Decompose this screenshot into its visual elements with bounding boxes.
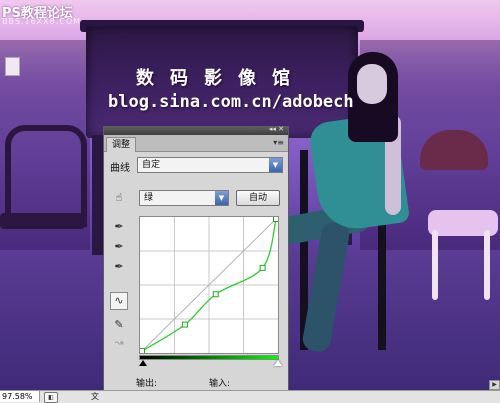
right-chair xyxy=(418,130,500,300)
curves-label: 曲线 xyxy=(110,163,130,174)
black-point-slider[interactable] xyxy=(139,360,147,366)
output-label: 输出: xyxy=(136,379,158,389)
curve-graph-svg xyxy=(140,217,278,353)
left-chair xyxy=(0,125,87,275)
status-bar: 97.58% ◧ 文 xyxy=(0,390,500,403)
channel-value: 绿 xyxy=(144,193,154,203)
chevron-down-icon: ▼ xyxy=(269,158,282,172)
curve-control-point[interactable] xyxy=(212,291,219,298)
forum-watermark-subtitle: BBS.16XX8.COM xyxy=(2,17,82,26)
blog-url-watermark: blog.sina.com.cn/adobech xyxy=(108,92,354,112)
preset-dropdown[interactable]: 自定 ▼ xyxy=(137,157,283,173)
input-gradient-bar xyxy=(139,355,279,360)
double-arrow-icon[interactable]: ◂◂ ✕ xyxy=(269,125,284,133)
white-point-eyedropper-icon[interactable]: ✒ xyxy=(111,259,127,275)
scroll-right-button[interactable]: ▶ xyxy=(489,380,500,390)
panel-menu-icon[interactable]: ▾≡ xyxy=(273,138,284,147)
logo-watermark: 数码影像馆 xyxy=(136,68,306,89)
panel-tabbar: 调整 ▾≡ xyxy=(104,135,288,152)
light-switch xyxy=(5,57,20,76)
pencil-icon[interactable]: ✎ xyxy=(111,317,127,333)
black-point-eyedropper-icon[interactable]: ✒ xyxy=(111,219,127,235)
curve-graph[interactable] xyxy=(139,216,279,354)
gray-point-eyedropper-icon[interactable]: ✒ xyxy=(111,239,127,255)
curve-control-point[interactable] xyxy=(273,217,279,222)
input-label: 输入: xyxy=(209,379,231,389)
doc-info-text: 文 xyxy=(91,392,99,401)
channel-dropdown[interactable]: 绿 ▼ xyxy=(139,190,229,206)
adjustments-panel: ◂◂ ✕ 调整 ▾≡ 曲线 自定 ▼ ☝ 绿 ▼ 自动 ✒ ✒ ✒ ∿ ✎ ↝ … xyxy=(103,125,289,402)
curve-control-point[interactable] xyxy=(181,321,188,328)
white-point-slider[interactable] xyxy=(274,360,282,366)
curve-control-point[interactable] xyxy=(259,264,266,271)
tab-adjustments[interactable]: 调整 xyxy=(106,137,137,152)
smooth-icon[interactable]: ↝ xyxy=(111,335,127,351)
curve-tool-icon[interactable]: ∿ xyxy=(110,292,128,310)
auto-button[interactable]: 自动 xyxy=(236,190,280,206)
panel-titlebar[interactable]: ◂◂ ✕ xyxy=(104,125,288,135)
chevron-down-icon: ▼ xyxy=(215,191,228,205)
zoom-field[interactable]: 97.58% xyxy=(0,391,40,402)
curve-control-point[interactable] xyxy=(140,348,145,354)
hand-adjust-icon[interactable]: ☝ xyxy=(111,190,127,206)
woman-face xyxy=(357,64,387,104)
preset-value: 自定 xyxy=(142,160,161,170)
status-menu-icon[interactable]: ◧ xyxy=(44,392,58,403)
